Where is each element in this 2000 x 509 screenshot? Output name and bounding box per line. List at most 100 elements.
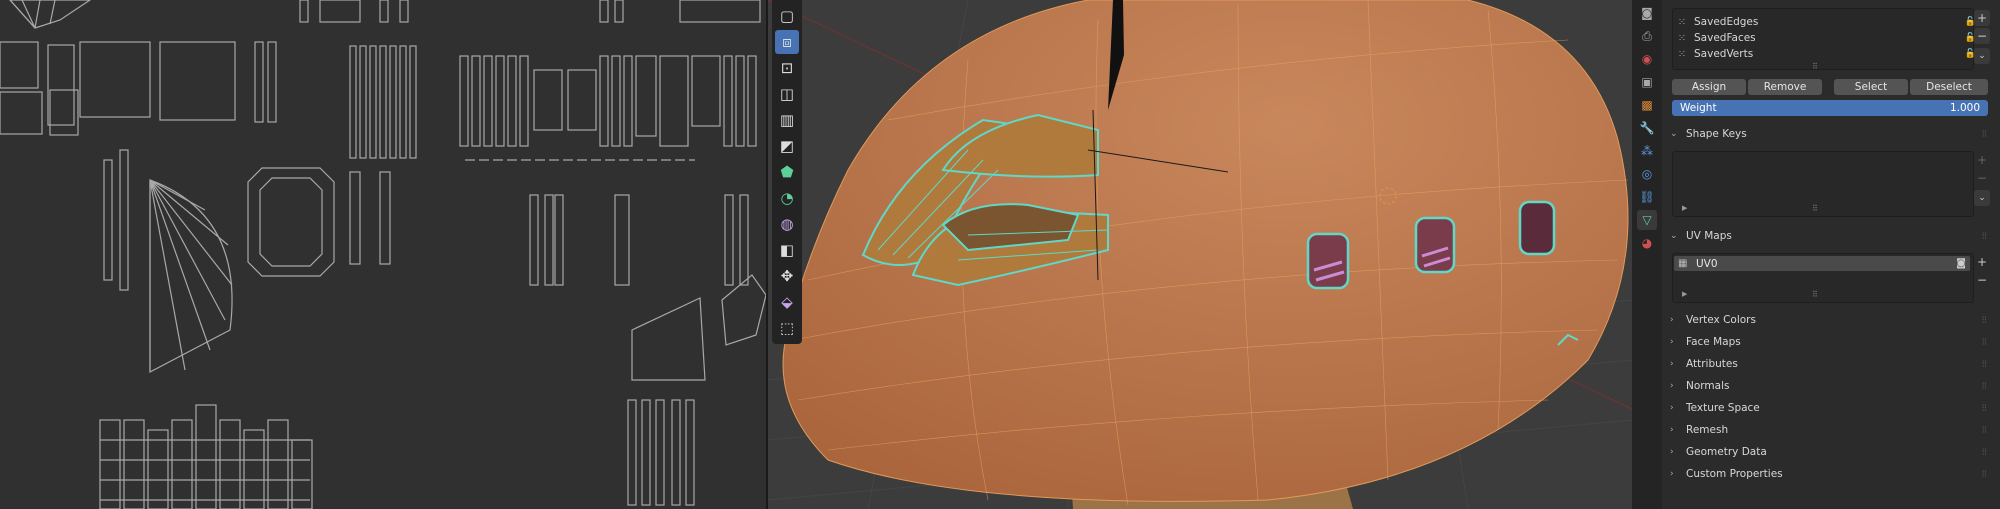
shape-keys-list[interactable]	[1672, 151, 1974, 217]
drag-grip-icon[interactable]: ⁝⁝	[1982, 447, 1987, 458]
tool-shrink-fatten[interactable]: ✥	[775, 264, 799, 288]
properties-tabs: ◙ ⎙ ◉ ▣ ▩ 🔧 ⁂ ◎ ⛓ ▽ ◕	[1632, 0, 1662, 509]
object-icon: ▩	[1641, 98, 1653, 112]
smooth-icon: ◍	[780, 215, 794, 233]
vertex-group-icon: ⁙	[1677, 32, 1687, 44]
uv-map-item[interactable]: ▦ UV0 ◙	[1674, 256, 1970, 271]
select-button[interactable]: Select	[1834, 79, 1908, 95]
knife-icon: ◩	[779, 137, 795, 155]
tool-loop-cut[interactable]: ▥	[775, 108, 799, 132]
section-vertex-colors[interactable]: › Vertex Colors ⁝⁝	[1670, 310, 1988, 330]
expand-arrow-icon[interactable]: ▶	[1682, 204, 1687, 212]
section-remesh[interactable]: › Remesh ⁝⁝	[1670, 420, 1988, 440]
tab-material[interactable]: ◕	[1637, 233, 1657, 253]
shape-key-menu-button[interactable]: ⌄	[1974, 190, 1990, 206]
section-attributes[interactable]: › Attributes ⁝⁝	[1670, 354, 1988, 374]
tool-poly-build[interactable]: ⬟	[775, 160, 799, 184]
drag-grip-icon[interactable]: ⁝⁝	[1982, 469, 1987, 480]
weight-slider[interactable]: Weight 1.000	[1672, 100, 1988, 116]
add-uv-map-button[interactable]: +	[1974, 254, 1990, 270]
drag-grip-icon[interactable]: ⁝⁝	[1982, 337, 1987, 348]
drag-grip-icon[interactable]: ⁝⁝	[1982, 129, 1987, 140]
physics-icon: ◎	[1641, 167, 1653, 181]
tab-physics[interactable]: ◎	[1637, 164, 1657, 184]
tool-shear[interactable]: ⬙	[775, 290, 799, 314]
tab-render[interactable]: ◙	[1637, 3, 1657, 23]
wrench-icon: 🔧	[1639, 121, 1655, 135]
vertex-group-name: SavedVerts	[1694, 48, 1754, 60]
shrink-fatten-icon: ✥	[780, 267, 794, 285]
tool-spin[interactable]: ◔	[775, 186, 799, 210]
chevron-right-icon: ›	[1670, 381, 1674, 391]
tool-rip[interactable]: ⬚	[775, 316, 799, 340]
section-shape-keys[interactable]: ⌄ Shape Keys ⁝⁝	[1670, 124, 1988, 144]
tool-inset[interactable]: ⊡	[775, 56, 799, 80]
extrude-icon: ⧈	[782, 33, 792, 51]
shear-icon: ⬙	[781, 293, 793, 311]
section-geometry-data[interactable]: › Geometry Data ⁝⁝	[1670, 442, 1988, 462]
section-uv-maps[interactable]: ⌄ UV Maps ⁝⁝	[1670, 226, 1988, 246]
remove-vertex-group-button[interactable]: −	[1974, 28, 1990, 44]
chevron-down-icon: ⌄	[1670, 129, 1678, 139]
drag-grip-icon[interactable]: ⁝⁝	[1982, 359, 1987, 370]
deselect-button[interactable]: Deselect	[1910, 79, 1988, 95]
section-texture-space[interactable]: › Texture Space ⁝⁝	[1670, 398, 1988, 418]
chevron-right-icon: ›	[1670, 469, 1674, 479]
tool-smooth[interactable]: ◍	[775, 212, 799, 236]
uv-editor[interactable]	[0, 0, 766, 509]
list-resize-grip[interactable]: ⠿	[1812, 204, 1818, 213]
loop-cut-icon: ▥	[779, 111, 795, 129]
drag-grip-icon[interactable]: ⁝⁝	[1982, 381, 1987, 392]
weight-label: Weight	[1680, 102, 1717, 114]
3d-viewport[interactable]: ▢ ⧈ ⊡ ◫ ▥ ◩ ⬟ ◔ ◍ ◧ ✥ ⬙ ⬚	[768, 0, 1632, 509]
tool-knife[interactable]: ◩	[775, 134, 799, 158]
tool-select[interactable]: ▢	[775, 4, 799, 28]
tab-data[interactable]: ▽	[1637, 210, 1657, 230]
tool-edge-slide[interactable]: ◧	[775, 238, 799, 262]
remove-uv-map-button[interactable]: −	[1974, 272, 1990, 288]
constraint-icon: ⛓	[1639, 190, 1655, 204]
uv-islands	[0, 0, 766, 509]
tab-output[interactable]: ⎙	[1637, 26, 1657, 46]
section-custom-properties[interactable]: › Custom Properties ⁝⁝	[1670, 464, 1988, 484]
printer-icon: ⎙	[1642, 28, 1652, 43]
select-cube-icon: ▢	[779, 7, 795, 25]
section-title: Custom Properties	[1686, 468, 1783, 480]
drag-grip-icon[interactable]: ⁝⁝	[1982, 231, 1987, 242]
list-resize-grip[interactable]: ⠿	[1812, 290, 1818, 299]
drag-grip-icon[interactable]: ⁝⁝	[1982, 403, 1987, 414]
add-vertex-group-button[interactable]: +	[1974, 10, 1990, 26]
vertex-group-item[interactable]: ⁙ SavedVerts 🔓	[1676, 46, 1976, 62]
tab-collection[interactable]: ▣	[1637, 72, 1657, 92]
chevron-right-icon: ›	[1670, 425, 1674, 435]
tool-extrude[interactable]: ⧈	[775, 30, 799, 54]
section-title: Face Maps	[1686, 336, 1741, 348]
drag-grip-icon[interactable]: ⁝⁝	[1982, 315, 1987, 326]
vertex-group-item[interactable]: ⁙ SavedEdges 🔓	[1676, 14, 1976, 30]
mesh-data-icon: ▽	[1642, 213, 1652, 227]
tab-world[interactable]: ◉	[1637, 49, 1657, 69]
weight-value: 1.000	[1949, 102, 1980, 114]
add-shape-key-button[interactable]: +	[1974, 152, 1990, 168]
uv-map-name: UV0	[1696, 257, 1718, 270]
tab-constraints[interactable]: ⛓	[1637, 187, 1657, 207]
assign-button[interactable]: Assign	[1672, 79, 1746, 95]
tab-particles[interactable]: ⁂	[1637, 141, 1657, 161]
vertex-group-menu-button[interactable]: ⌄	[1974, 48, 1990, 64]
drag-grip-icon[interactable]: ⁝⁝	[1982, 425, 1987, 436]
section-normals[interactable]: › Normals ⁝⁝	[1670, 376, 1988, 396]
material-icon: ◕	[1641, 236, 1653, 250]
tab-modifiers[interactable]: 🔧	[1637, 118, 1657, 138]
tool-bevel[interactable]: ◫	[775, 82, 799, 106]
list-resize-grip[interactable]: ⠿	[1812, 62, 1818, 71]
remove-shape-key-button[interactable]: −	[1974, 170, 1990, 186]
camera-back-icon: ◙	[1641, 6, 1653, 20]
vertex-group-item[interactable]: ⁙ SavedFaces 🔓	[1676, 30, 1976, 46]
section-title: Remesh	[1686, 424, 1729, 436]
expand-arrow-icon[interactable]: ▶	[1682, 290, 1687, 298]
section-face-maps[interactable]: › Face Maps ⁝⁝	[1670, 332, 1988, 352]
remove-button[interactable]: Remove	[1748, 79, 1822, 95]
inset-icon: ⊡	[780, 59, 794, 77]
camera-icon[interactable]: ◙	[1956, 258, 1966, 269]
tab-object[interactable]: ▩	[1637, 95, 1657, 115]
